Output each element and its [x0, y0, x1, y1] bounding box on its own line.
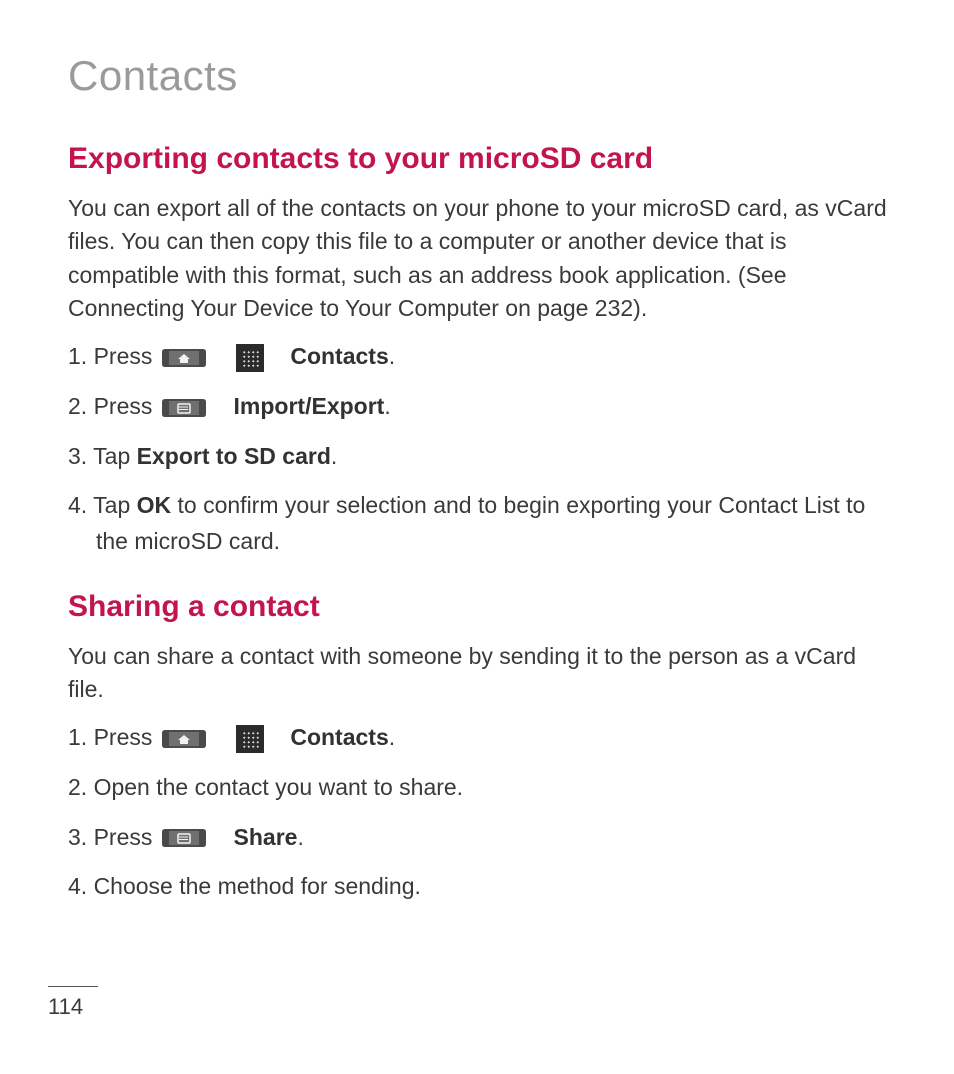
step-prefix: 1. Press	[68, 343, 159, 369]
home-key-icon	[161, 727, 207, 751]
step-3: 3. Tap Export to SD card.	[68, 439, 898, 475]
intro-sharing: You can share a contact with someone by …	[68, 640, 898, 707]
export-sd-label: Export to SD card	[137, 443, 331, 469]
manual-page: Contacts Exporting contacts to your micr…	[0, 0, 954, 1074]
separator: >	[215, 392, 227, 423]
page-title: Contacts	[68, 52, 898, 100]
separator: >	[272, 724, 284, 755]
step-2: 2. Press > Import/Export.	[68, 389, 898, 425]
step-1: 1. Press > > Contacts.	[68, 339, 898, 375]
step-2: 2. Open the contact you want to share.	[68, 770, 898, 806]
home-key-icon	[161, 346, 207, 370]
heading-export: Exporting contacts to your microSD card	[68, 142, 898, 176]
step-suffix: .	[389, 724, 395, 750]
page-number: 114	[48, 994, 83, 1020]
separator: >	[215, 724, 227, 755]
intro-export: You can export all of the contacts on yo…	[68, 192, 898, 325]
step-prefix: 3. Tap	[68, 443, 137, 469]
menu-key-icon	[161, 396, 207, 420]
ok-label: OK	[137, 492, 172, 518]
heading-sharing: Sharing a contact	[68, 590, 898, 624]
contacts-label: Contacts	[290, 343, 388, 369]
steps-export: 1. Press > > Contacts. 2. Press	[68, 339, 898, 559]
import-export-label: Import/Export	[234, 393, 385, 419]
share-label: Share	[234, 824, 298, 850]
apps-grid-icon	[236, 344, 264, 372]
step-suffix: .	[389, 343, 395, 369]
step-prefix: 3. Press	[68, 824, 159, 850]
step-suffix: .	[384, 393, 390, 419]
separator: >	[215, 823, 227, 854]
step-4: 4. Choose the method for sending.	[68, 869, 898, 905]
separator: >	[272, 343, 284, 374]
menu-key-icon	[161, 826, 207, 850]
step-prefix: 4. Tap	[68, 492, 137, 518]
contacts-label: Contacts	[290, 724, 388, 750]
step-4: 4. Tap OK to confirm your selection and …	[68, 488, 898, 559]
step-3: 3. Press > Share.	[68, 820, 898, 856]
step-suffix: .	[297, 824, 303, 850]
step-suffix: .	[331, 443, 337, 469]
step-rest: to confirm your selection and to begin e…	[96, 492, 865, 554]
step-prefix: 1. Press	[68, 724, 159, 750]
steps-sharing: 1. Press > > Contacts. 2. Open the conta…	[68, 720, 898, 905]
step-1: 1. Press > > Contacts.	[68, 720, 898, 756]
step-prefix: 2. Press	[68, 393, 159, 419]
separator: >	[215, 343, 227, 374]
apps-grid-icon	[236, 725, 264, 753]
